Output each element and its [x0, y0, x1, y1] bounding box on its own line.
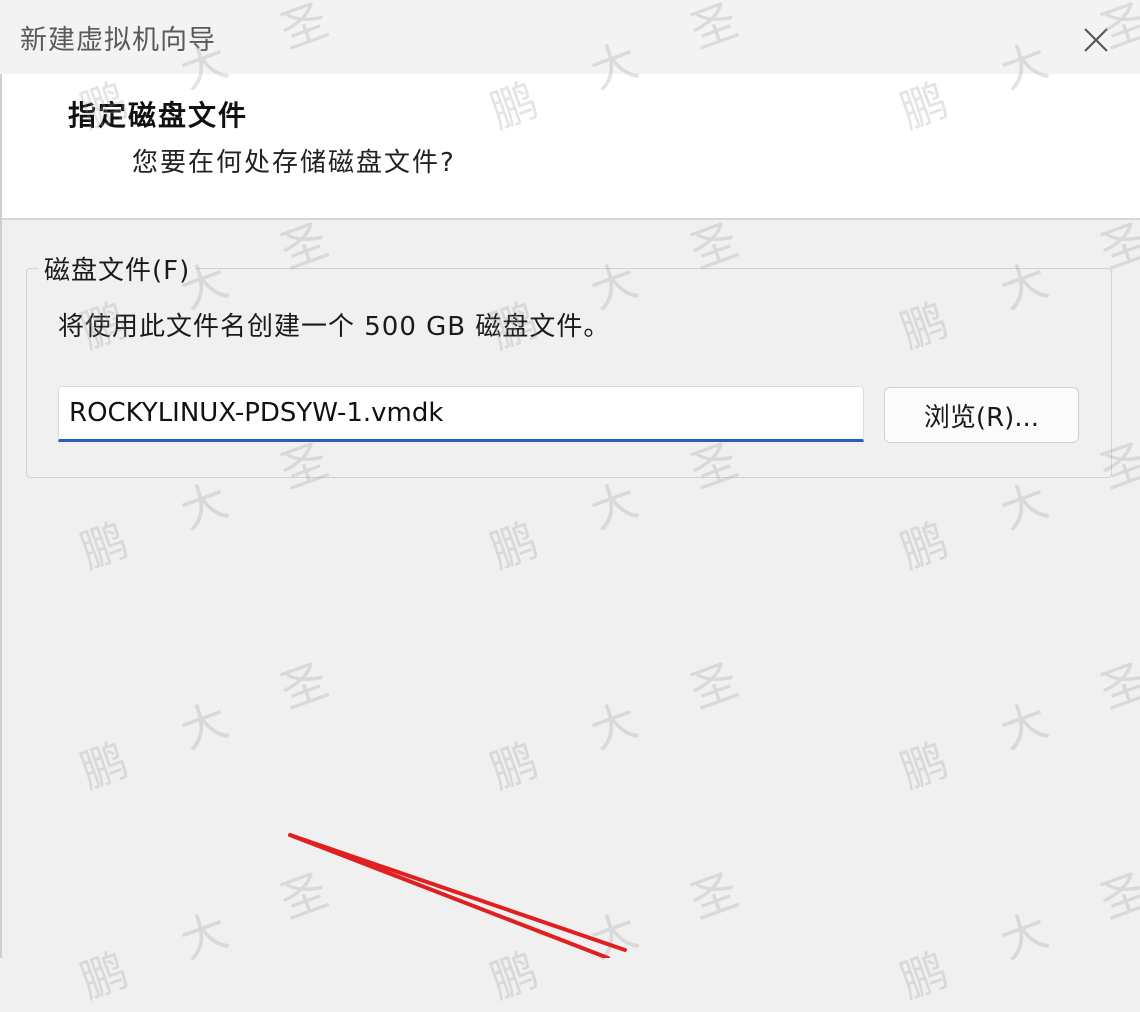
watermark-char: 大	[173, 902, 235, 970]
watermark-char: 鹏	[893, 512, 955, 580]
disk-file-group	[26, 268, 1112, 478]
watermark-char: 鹏	[73, 512, 135, 580]
watermark-char: 鹏	[893, 732, 955, 800]
title-bar: 新建虚拟机向导	[0, 0, 1140, 74]
close-icon	[1084, 28, 1108, 52]
watermark-char: 大	[993, 692, 1055, 760]
header-subtitle: 您要在何处存储磁盘文件?	[132, 148, 456, 178]
header-title: 指定磁盘文件	[68, 99, 249, 132]
disk-file-name-input[interactable]	[58, 386, 864, 442]
watermark-char: 圣	[1093, 862, 1140, 930]
watermark-char: 鹏	[483, 942, 545, 1010]
watermark-char: 圣	[273, 652, 335, 720]
watermark-char: 大	[173, 692, 235, 760]
window-left-edge	[0, 74, 2, 958]
watermark-char: 大	[583, 902, 645, 970]
window-title: 新建虚拟机向导	[20, 25, 216, 56]
watermark-char: 鹏	[483, 732, 545, 800]
watermark-char: 大	[583, 692, 645, 760]
watermark-char: 圣	[683, 862, 745, 930]
watermark-char: 圣	[273, 862, 335, 930]
disk-file-group-legend: 磁盘文件(F)	[38, 250, 197, 287]
disk-file-description: 将使用此文件名创建一个 500 GB 磁盘文件。	[58, 312, 611, 342]
wizard-header: 指定磁盘文件 您要在何处存储磁盘文件?	[0, 74, 1140, 220]
close-button[interactable]	[1070, 14, 1122, 66]
browse-button[interactable]: 浏览(R)...	[884, 387, 1079, 443]
watermark-char: 鹏	[73, 732, 135, 800]
watermark-char: 大	[993, 902, 1055, 970]
watermark-char: 鹏	[483, 512, 545, 580]
watermark-char: 鹏	[73, 942, 135, 1010]
watermark-char: 圣	[1093, 652, 1140, 720]
watermark-char: 圣	[683, 652, 745, 720]
watermark-char: 鹏	[893, 942, 955, 1010]
